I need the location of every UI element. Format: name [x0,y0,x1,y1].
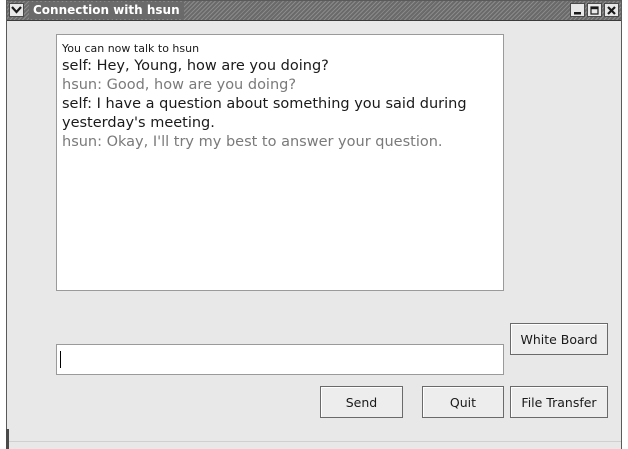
send-button[interactable]: Send [320,386,403,418]
close-icon [607,5,616,15]
chat-message-self: self: Hey, Young, how are you doing? [62,58,329,74]
maximize-icon [590,5,599,15]
quit-button[interactable]: Quit [422,386,504,418]
chevron-down-icon [11,6,22,14]
message-input[interactable] [56,344,504,375]
window-menu-button[interactable] [9,3,24,17]
chat-transcript[interactable]: You can now talk to hsun self: Hey, Youn… [56,34,504,291]
system-message: You can now talk to hsun [62,42,200,55]
title-bar[interactable]: Connection with hsun [7,1,621,21]
chat-message-remote: hsun: Good, how are you doing? [62,77,297,93]
minimize-icon [574,11,581,14]
chat-window: Connection with hsun You can now talk to… [6,0,622,449]
minimize-button[interactable] [570,3,585,17]
file-transfer-button[interactable]: File Transfer [510,386,608,418]
maximize-button[interactable] [587,3,602,17]
window-bottom-edge [7,441,621,449]
resize-grip[interactable] [6,429,9,449]
white-board-button[interactable]: White Board [510,323,608,355]
chat-message-remote: hsun: Okay, I'll try my best to answer y… [62,134,443,150]
window-title: Connection with hsun [29,2,184,19]
chat-message-self: self: I have a question about something … [62,96,467,131]
close-button[interactable] [604,3,619,17]
text-cursor [60,351,61,368]
